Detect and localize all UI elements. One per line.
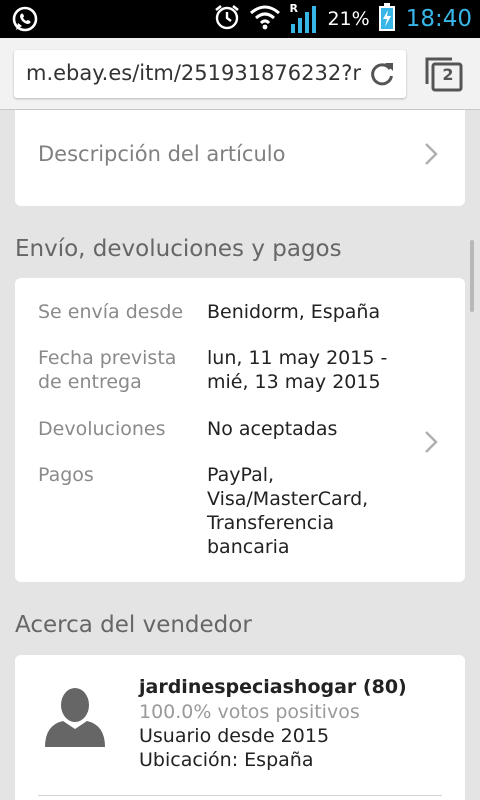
payments-value-1: PayPal, <box>207 464 275 486</box>
url-text[interactable]: m.ebay.es/itm/251931876232?r <box>26 61 366 85</box>
chevron-right-icon <box>425 143 438 165</box>
battery-percent: 21% <box>327 8 370 30</box>
tab-count: 2 <box>442 65 454 84</box>
battery-icon <box>378 2 396 36</box>
shipping-section-title: Envío, devoluciones y pagos <box>15 236 342 262</box>
seller-section-title: Acerca del vendedor <box>15 612 252 638</box>
status-time: 18:40 <box>405 6 472 32</box>
chevron-right-icon <box>425 431 438 453</box>
delivery-date-value-1: lun, 11 may 2015 - <box>207 347 388 369</box>
tabs-button[interactable]: 2 <box>424 56 464 92</box>
delivery-date-value-2: mié, 13 may 2015 <box>207 371 381 393</box>
signal-icon: R <box>289 2 319 34</box>
payments-value-2: Visa/MasterCard, <box>207 488 369 510</box>
delivery-date-label-2: de entrega <box>38 371 142 393</box>
delivery-date-label-1: Fecha prevista <box>38 347 177 369</box>
status-bar: R 21% 18:40 <box>0 0 480 38</box>
browser-toolbar: m.ebay.es/itm/251931876232?r 2 <box>0 38 480 110</box>
payments-label: Pagos <box>38 464 94 486</box>
alarm-icon <box>213 3 241 35</box>
seller-card[interactable]: jardinespeciashogar (80) 100.0% votos po… <box>15 655 465 800</box>
wifi-icon <box>249 4 281 34</box>
seller-location: Ubicación: España <box>139 749 314 771</box>
payments-value-3: Transferencia <box>207 512 335 534</box>
divider <box>38 795 442 796</box>
item-description-label: Descripción del artículo <box>38 142 286 166</box>
ships-from-value: Benidorm, España <box>207 301 381 323</box>
shipping-card[interactable]: Se envía desde Benidorm, España Fecha pr… <box>15 278 465 582</box>
avatar-icon <box>45 688 105 747</box>
returns-value: No aceptadas <box>207 418 338 440</box>
scrollbar[interactable] <box>470 240 474 312</box>
ships-from-label: Se envía desde <box>38 301 184 323</box>
whatsapp-icon <box>10 4 40 38</box>
returns-label: Devoluciones <box>38 418 166 440</box>
payments-value-4: bancaria <box>207 536 290 558</box>
seller-member-since: Usuario desde 2015 <box>139 725 330 747</box>
seller-rating: 100.0% votos positivos <box>139 701 360 723</box>
reload-icon[interactable] <box>368 60 396 88</box>
item-description-row[interactable]: Descripción del artículo <box>15 110 465 206</box>
address-bar[interactable]: m.ebay.es/itm/251931876232?r <box>14 50 406 98</box>
seller-name[interactable]: jardinespeciashogar (80) <box>139 676 407 698</box>
